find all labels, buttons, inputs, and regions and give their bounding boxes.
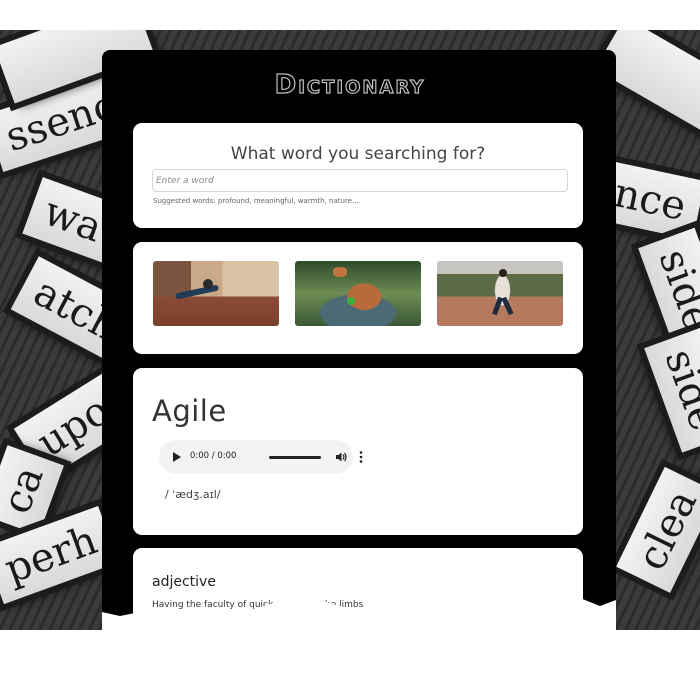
more-options-icon[interactable]: [359, 450, 363, 464]
thumb-dog-leaping: [295, 261, 421, 326]
bg-tile: side: [644, 327, 700, 453]
suggested-words: Suggested words: profound, meaningful, w…: [153, 197, 361, 205]
play-icon[interactable]: [173, 452, 181, 462]
app-title: Dictionary: [274, 69, 426, 100]
word-search-input[interactable]: [152, 169, 568, 192]
word-card: Agile 0:00 / 0:00 / ˈædʒ.aɪl/: [133, 368, 583, 535]
search-heading: What word you searching for?: [230, 144, 486, 164]
images-card: [133, 242, 583, 354]
word-title: Agile: [152, 394, 227, 428]
thumb-brick-wall-jumper: [153, 261, 279, 326]
pronunciation-audio-player[interactable]: 0:00 / 0:00: [159, 440, 363, 474]
audio-progress-slider[interactable]: [269, 456, 321, 459]
search-card: What word you searching for? Suggested w…: [133, 123, 583, 228]
bottom-mask: [0, 558, 700, 700]
audio-time: 0:00 / 0:00: [190, 451, 237, 461]
thumb-runner-on-path: [437, 261, 563, 326]
volume-icon[interactable]: [335, 451, 347, 463]
phonetic-text: / ˈædʒ.aɪl/: [165, 488, 221, 501]
